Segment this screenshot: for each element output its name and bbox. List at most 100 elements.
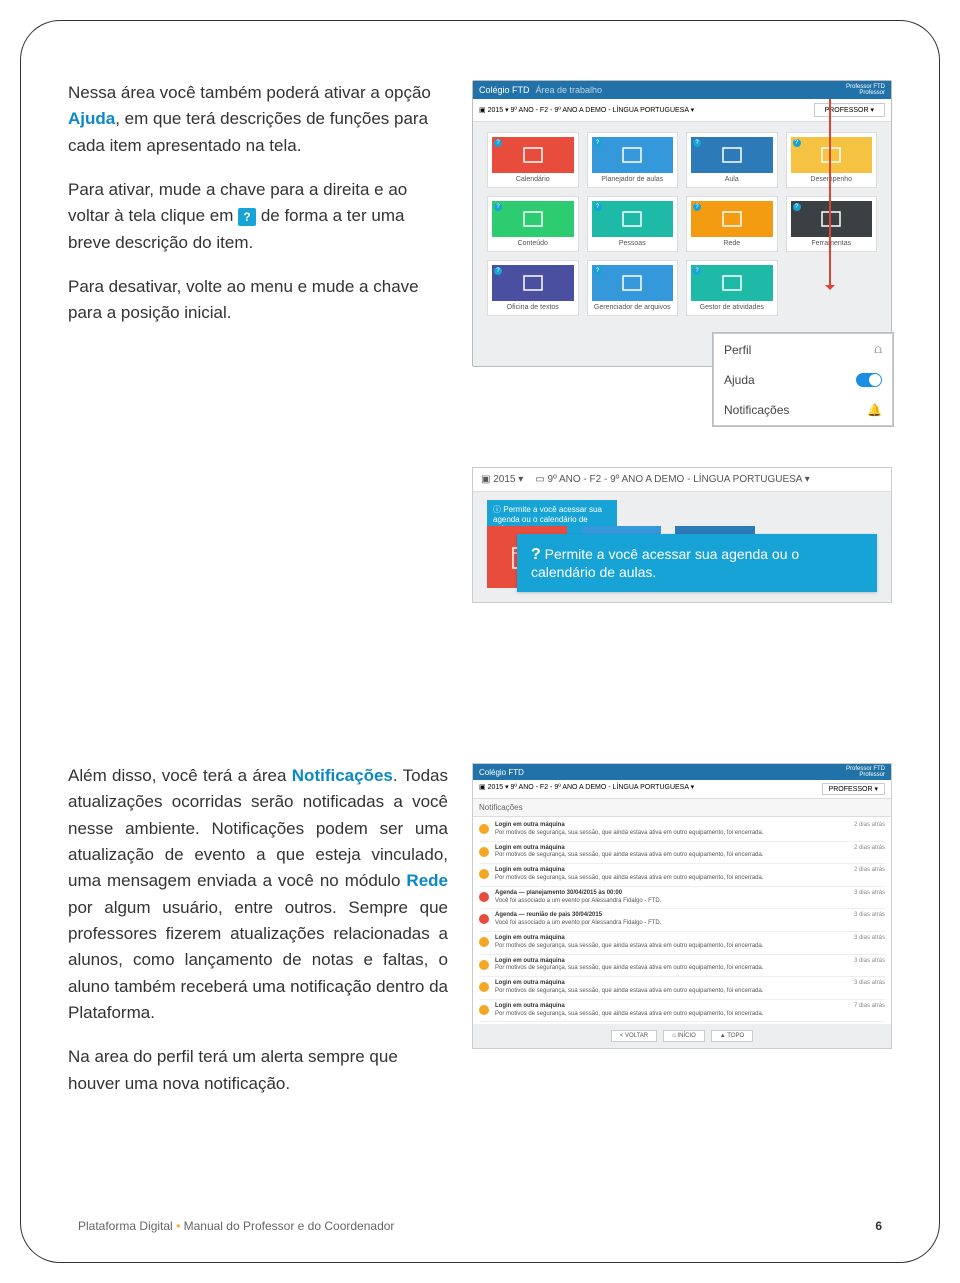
paragraph-2: Para ativar, mude a chave para a direita… [68, 177, 448, 256]
notification-text: Login em outra máquinaPor motivos de seg… [495, 958, 848, 974]
page-footer: Plataforma Digital • Manual do Professor… [78, 1219, 882, 1233]
q-dot-icon: ? [693, 203, 701, 211]
notification-dot-icon [479, 869, 489, 879]
btn-inicio[interactable]: ⌂ INÍCIO [663, 1030, 705, 1042]
notification-text: Login em outra máquinaPor motivos de seg… [495, 1003, 848, 1019]
notification-text: Login em outra máquinaPor motivos de seg… [495, 822, 848, 838]
notifications-screenshot: Colégio FTD Professor FTD Professor ▣ 20… [472, 763, 892, 1049]
notification-time: 2 dias atrás [854, 822, 885, 828]
dashboard-tile[interactable]: ?Conteúdo [487, 196, 579, 252]
shot3-prof-btn[interactable]: PROFESSOR ▾ [822, 783, 885, 795]
dashboard-tile[interactable]: ?Gerenciador de arquivos [587, 260, 679, 316]
arrow-indicator-icon [829, 99, 831, 289]
tile-icon: ? [592, 137, 674, 173]
tooltip-q-icon: ? [531, 546, 541, 563]
help-tooltip: ? Permite a você acessar sua agenda ou o… [517, 534, 877, 592]
p1a: Nessa área você também poderá ativar a o… [68, 83, 431, 102]
tile-icon: ? [691, 137, 773, 173]
notification-text: Login em outra máquinaPor motivos de seg… [495, 867, 848, 883]
q-dot-icon: ? [793, 139, 801, 147]
text-column-1: Nessa área você também poderá ativar a o… [68, 80, 448, 603]
q-dot-icon: ? [494, 203, 502, 211]
tile-icon: ? [791, 137, 873, 173]
section-1: Nessa área você também poderá ativar a o… [68, 80, 892, 603]
q-dot-icon: ? [494, 139, 502, 147]
dashboard-tile[interactable]: ? Calendário [487, 132, 579, 188]
shot3-prof-name: Professor FTD Professor [846, 766, 885, 778]
p1b: , em que terá descrições de funções para… [68, 109, 428, 154]
notification-row[interactable]: Login em outra máquinaPor motivos de seg… [479, 1000, 885, 1023]
breadcrumb-text: 2015 ▾ 9º ANO - F2 - 9º ANO A DEMO - LÍN… [488, 107, 695, 114]
help-icon: ? [238, 208, 256, 226]
notification-row[interactable]: Agenda — planejamento 30/04/2015 às 00:0… [479, 887, 885, 910]
notification-row[interactable]: Login em outra máquinaPor motivos de seg… [479, 977, 885, 1000]
tile-icon: ? [691, 201, 773, 237]
notification-text: Agenda — reunião de pais 30/04/2015Você … [495, 912, 848, 928]
dashboard-tile[interactable]: ?Aula [686, 132, 778, 188]
btn-voltar[interactable]: < VOLTAR [611, 1030, 657, 1042]
dashboard-tile[interactable]: ?Ferramentas [786, 196, 878, 252]
dashboard-tile[interactable]: ?Desempenho [786, 132, 878, 188]
q-dot-icon: ? [793, 203, 801, 211]
notification-dot-icon [479, 914, 489, 924]
person-icon: ⩍ [874, 342, 882, 357]
popup-ajuda[interactable]: Ajuda [714, 365, 892, 395]
ajuda-label: Ajuda [724, 373, 755, 387]
popup-perfil[interactable]: Perfil ⩍ [714, 334, 892, 365]
page-number: 6 [875, 1219, 882, 1233]
dashboard-tile[interactable]: ?Pessoas [587, 196, 679, 252]
dashboard-tile[interactable]: ?Planejador de aulas [587, 132, 679, 188]
notif-label: Notificações [724, 403, 789, 417]
tile-icon: ? [791, 201, 873, 237]
notification-dot-icon [479, 892, 489, 902]
notification-dot-icon [479, 982, 489, 992]
notification-row[interactable]: Login em outra máquinaPor motivos de seg… [479, 819, 885, 842]
dashboard-tile[interactable]: ?Gestor de atividades [686, 260, 778, 316]
tile-label: Rede [723, 240, 740, 247]
tile-label: Calendário [516, 176, 550, 183]
paragraph-1: Nessa área você também poderá ativar a o… [68, 80, 448, 159]
link-notificacoes: Notificações [292, 766, 393, 785]
tile-icon: ? [492, 265, 574, 301]
tooltip-text: Permite a você acessar sua agenda ou o c… [531, 546, 799, 580]
brand-label: Colégio FTD [479, 85, 530, 95]
footer-left: Plataforma Digital • Manual do Professor… [78, 1219, 394, 1233]
notification-row[interactable]: Login em outra máquinaPor motivos de seg… [479, 864, 885, 887]
professor-dropdown[interactable]: PROFESSOR ▾ [814, 103, 885, 117]
dashboard-tile[interactable]: ? Rede [686, 196, 778, 252]
page-content: Nessa área você também poderá ativar a o… [20, 20, 940, 1263]
shot3-header: Colégio FTD Professor FTD Professor [473, 764, 891, 780]
paragraph-3: Para desativar, volte ao menu e mude a c… [68, 274, 448, 327]
notification-dot-icon [479, 1005, 489, 1015]
q-dot-icon: ? [494, 267, 502, 275]
notification-row[interactable]: Login em outra máquinaPor motivos de seg… [479, 842, 885, 865]
tile-label: Pessoas [619, 240, 646, 247]
btn-topo[interactable]: ▲ TOPO [711, 1030, 753, 1042]
notification-time: 3 dias atrás [854, 958, 885, 964]
shot3-brand: Colégio FTD [479, 768, 524, 777]
notification-list: Login em outra máquinaPor motivos de seg… [473, 817, 891, 1024]
perfil-label: Perfil [724, 343, 751, 357]
notification-row[interactable]: Agenda — reunião de pais 30/04/2015Você … [479, 909, 885, 932]
notification-dot-icon [479, 824, 489, 834]
notification-dot-icon [479, 937, 489, 947]
tile-label: Gestor de atividades [700, 304, 764, 311]
ajuda-toggle[interactable] [856, 373, 882, 387]
paragraph-5: Na area do perfil terá um alerta sempre … [68, 1044, 448, 1097]
notification-row[interactable]: Login em outra máquinaPor motivos de seg… [479, 955, 885, 978]
notification-row[interactable]: Login em outra máquinaPor motivos de seg… [479, 932, 885, 955]
shot3-breadcrumb-bar: ▣ 2015 ▾ 9º ANO - F2 - 9º ANO A DEMO - L… [473, 780, 891, 799]
p4a: Além disso, você terá a área [68, 766, 292, 785]
q-dot-icon: ? [693, 139, 701, 147]
footer-platform: Plataforma Digital [78, 1219, 173, 1233]
notification-time: 3 dias atrás [854, 890, 885, 896]
notification-text: Agenda — planejamento 30/04/2015 às 00:0… [495, 890, 848, 906]
dashboard-tile[interactable]: ?Oficina de textos [487, 260, 579, 316]
notification-time: 3 dias atrás [854, 935, 885, 941]
tile-icon: ? [492, 137, 574, 173]
text-column-2: Além disso, você terá a área Notificaçõe… [68, 763, 448, 1115]
footer-dot-icon: • [176, 1219, 184, 1233]
notification-text: Login em outra máquinaPor motivos de seg… [495, 980, 848, 996]
popup-notificacoes[interactable]: Notificações 🔔 [714, 395, 892, 425]
dashboard-screenshot: Colégio FTD Área de trabalho Professor F… [472, 80, 892, 367]
